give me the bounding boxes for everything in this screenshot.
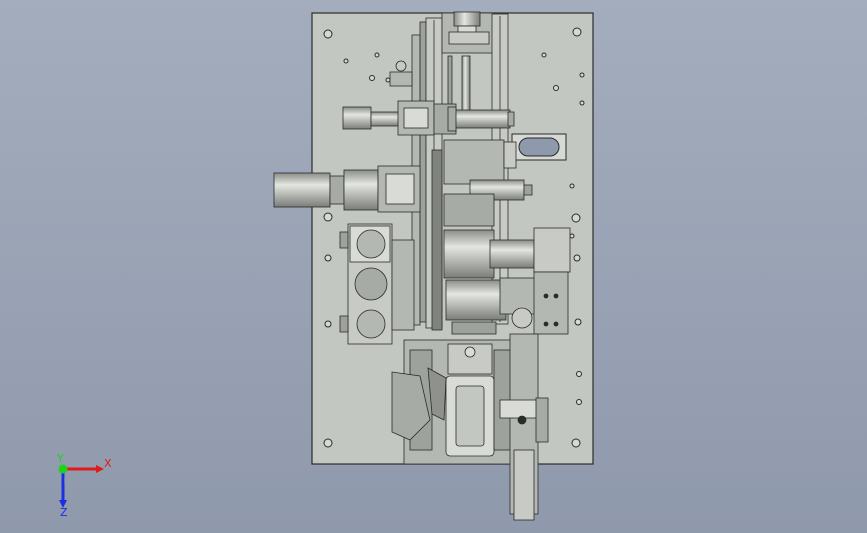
x-axis-label: X [104,457,112,470]
y-axis-dot [58,464,68,474]
y-axis-label: Y [56,452,64,465]
x-axis-arrow [96,465,104,473]
axis-triad: X Y Z [56,452,112,519]
main-motor[interactable] [273,165,421,213]
left-pulley-block[interactable] [339,223,415,345]
cad-viewport[interactable]: X Y Z [0,0,867,533]
slot-opening [511,133,567,161]
z-axis-label: Z [60,506,68,519]
upper-cylinder[interactable] [447,106,515,132]
